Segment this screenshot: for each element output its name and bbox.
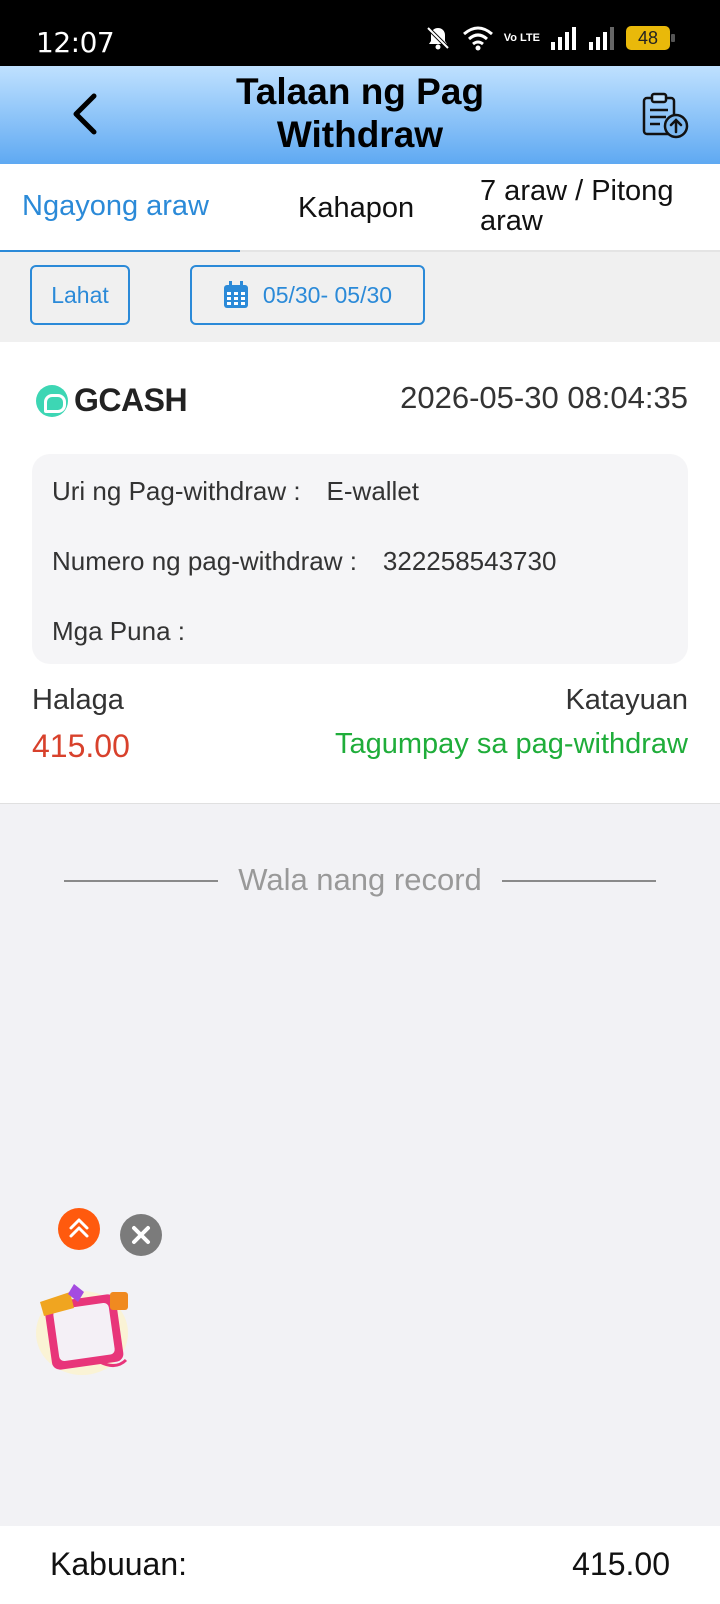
signal-icon [551,27,576,50]
withdraw-type-value: E-wallet [326,476,420,506]
filter-bar: Lahat 05/30- 05/30 [0,252,720,342]
amount-value: 415.00 [32,728,130,764]
page-header: Talaan ng Pag Withdraw [0,66,720,164]
withdraw-number-value: 322258543730 [382,546,557,576]
period-tabs: Ngayong araw Kahapon 7 araw / Pitong ara… [0,164,720,254]
scroll-top-icon[interactable] [58,1208,100,1250]
gift-box-icon[interactable] [30,1278,136,1378]
tab-seven-days-label: 7 araw / Pitong araw [480,175,674,237]
total-label: Kabuuan: [50,1546,188,1582]
filter-all-label: Lahat [51,281,109,308]
status-icons: Vo LTE 48 [424,24,675,52]
withdraw-number-row: Numero ng pag-withdraw : 322258543730 [52,546,556,577]
clipboard-upload-icon[interactable] [640,90,692,142]
withdraw-number-label: Numero ng pag-withdraw : [52,546,357,576]
divider-right [502,880,656,882]
tab-today[interactable]: Ngayong araw [0,164,240,254]
total-footer: Kabuuan: 415.00 [0,1526,720,1604]
withdraw-type-label: Uri ng Pag-withdraw : [52,476,301,506]
tab-seven-days[interactable]: 7 araw / Pitong araw [480,164,710,252]
date-range-label: 05/30- 05/30 [262,281,393,308]
status-bar: 12:07 Vo LTE 48 [0,0,720,66]
back-arrow-icon[interactable] [66,90,106,138]
record-datetime: 2026-05-30 08:04:35 [400,380,688,415]
page-title: Talaan ng Pag Withdraw [235,71,485,155]
withdraw-record-card: GCASH 2026-05-30 08:04:35 Uri ng Pag-wit… [0,342,720,804]
tab-yesterday[interactable]: Kahapon [298,164,438,252]
status-label: Katayuan [565,684,688,716]
date-range-button[interactable]: 05/30- 05/30 [190,265,425,325]
close-icon[interactable] [120,1214,162,1256]
payment-method: GCASH [36,382,188,419]
amount-label: Halaga [32,684,124,716]
tab-today-label: Ngayong araw [22,190,209,222]
filter-all-button[interactable]: Lahat [30,265,130,325]
no-more-records: Wala nang record [0,860,720,900]
signal-icon-2 [589,27,614,50]
tab-yesterday-label: Kahapon [298,192,415,224]
mute-icon [426,26,450,50]
total-value: 415.00 [572,1546,670,1582]
gcash-logo-icon [36,384,68,417]
withdraw-type-row: Uri ng Pag-withdraw : E-wallet [52,476,419,507]
volte-icon: Vo LTE [503,31,540,44]
calendar-icon [223,281,248,308]
remarks-label: Mga Puna : [52,616,185,646]
status-value: Tagumpay sa pag-withdraw [334,728,688,760]
status-time: 12:07 [36,26,115,59]
remarks-row: Mga Puna : [52,616,211,647]
battery-indicator: 48 [626,26,675,50]
record-details: Uri ng Pag-withdraw : E-wallet Numero ng … [32,454,688,664]
payment-method-name: GCASH [74,382,188,418]
wifi-icon [462,26,493,51]
